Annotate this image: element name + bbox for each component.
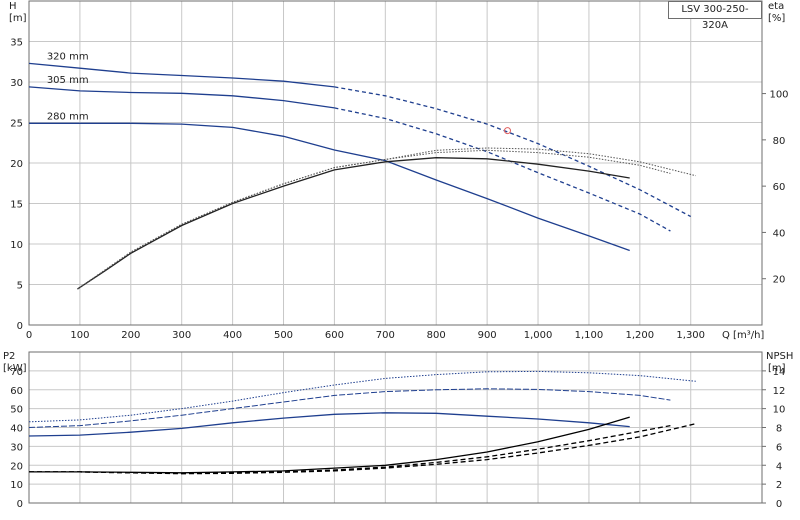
y-left-tick-label: 20: [10, 461, 23, 472]
x-tick-label: 1,200: [626, 330, 655, 341]
y-left-tick-label: 5: [17, 281, 23, 292]
lower-series-1-line: [28, 370, 696, 423]
lower-y-left-label: P2: [3, 351, 15, 362]
y-left-tick-label: 0: [17, 499, 23, 510]
axis-labels: H[m]eta[%]Q [m³/h]P2[kW]NPSH[m]: [3, 1, 793, 374]
y-left-tick-label: 30: [10, 78, 23, 89]
x-tick-label: 400: [223, 330, 242, 341]
head-efficiency-series: 320 mm 305 mm 280 mm: [28, 51, 696, 290]
lower-y-left-unit: [kW]: [3, 363, 27, 374]
y-right-tick-label: 2: [776, 480, 782, 491]
curve-label: 280 mm: [47, 111, 89, 122]
x-tick-label: 1,000: [524, 330, 553, 341]
y-right-tick-label: 10: [773, 405, 786, 416]
y-left-label: H: [9, 1, 17, 12]
curve-label: 305 mm: [47, 75, 89, 86]
x-tick-label: 500: [274, 330, 293, 341]
y-right-tick-label: 6: [776, 442, 782, 453]
x-tick-label: 900: [478, 330, 497, 341]
pump-model-title: LSV 300-250-320A: [668, 1, 762, 31]
y-left-tick-label: 0: [17, 321, 23, 332]
y-left-tick-label: 50: [10, 405, 23, 416]
y-right-tick-label: 100: [769, 90, 788, 101]
power-npsh-grid: 01020304050607002468101214: [10, 351, 786, 510]
x-tick-label: 1,300: [676, 330, 705, 341]
x-tick-label: 800: [427, 330, 446, 341]
y-right-tick-label: 12: [773, 386, 786, 397]
head-efficiency-grid: 0 100 200 300 400 500 600 700 800 900 1,000 1,100 1,…: [10, 0, 789, 341]
y-left-tick-label: 10: [10, 480, 23, 491]
upper-series-4-line: [77, 157, 630, 290]
y-left-unit: [m]: [9, 13, 27, 24]
y-right-unit: [%]: [768, 13, 785, 24]
upper-series-6-line: [77, 147, 696, 290]
lower-y-right-label: NPSH: [766, 351, 793, 362]
y-right-tick-label: 4: [776, 461, 782, 472]
x-tick-label: 700: [376, 330, 395, 341]
x-tick-label: 600: [325, 330, 344, 341]
x-tick-label: 1,100: [575, 330, 604, 341]
y-right-tick-label: 0: [776, 499, 782, 510]
lower-y-right-unit: [m]: [768, 363, 786, 374]
y-right-tick-label: 8: [776, 424, 782, 435]
y-left-tick-label: 25: [10, 119, 23, 130]
y-left-tick-label: 15: [10, 200, 23, 211]
y-right-tick-label: 40: [773, 228, 786, 239]
curve-label: 320 mm: [47, 51, 89, 62]
y-right-tick-label: 80: [773, 136, 786, 147]
x-tick-label: 0: [26, 330, 32, 341]
upper-series-5-line: [77, 149, 671, 290]
upper-series-3-line: [29, 122, 630, 252]
y-left-tick-label: 60: [10, 386, 23, 397]
y-left-tick-label: 20: [10, 159, 23, 170]
y-left-tick-label: 30: [10, 442, 23, 453]
y-right-tick-label: 60: [773, 182, 786, 193]
y-right-label: eta: [768, 1, 784, 12]
y-right-tick-label: 20: [773, 275, 786, 286]
pump-performance-chart: 0 100 200 300 400 500 600 700 800 900 1,000 1,100 1,…: [3, 0, 793, 510]
y-left-tick-label: 40: [10, 424, 23, 435]
x-tick-label: 300: [172, 330, 191, 341]
power-npsh-series: [28, 370, 696, 475]
y-left-tick-label: 10: [10, 240, 23, 251]
x-tick-label: 100: [70, 330, 89, 341]
y-left-tick-label: 35: [10, 38, 23, 49]
x-tick-label: 200: [121, 330, 140, 341]
lower-series-4-line: [29, 416, 630, 474]
x-axis-label: Q [m³/h]: [722, 330, 764, 341]
upper-series-2-line-extended: [334, 107, 671, 232]
